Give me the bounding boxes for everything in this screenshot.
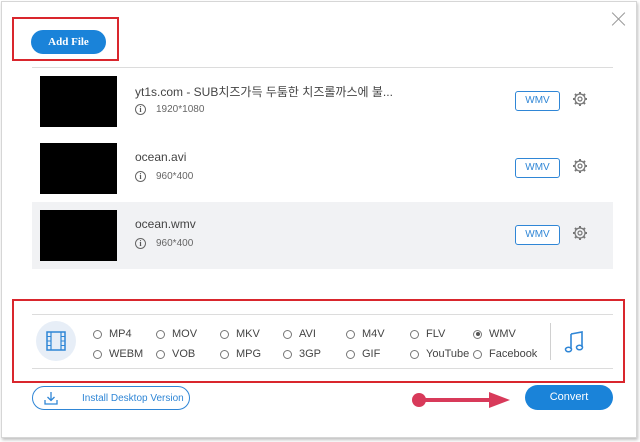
install-label: Install Desktop Version (82, 392, 184, 404)
add-file-highlight (12, 17, 119, 61)
gear-icon[interactable] (572, 225, 588, 241)
info-icon[interactable]: i (135, 104, 146, 115)
file-resolution: 1920*1080 (156, 104, 205, 115)
close-icon[interactable] (610, 10, 628, 28)
file-row[interactable]: ocean.wmv i 960*400 WMV (32, 202, 613, 269)
file-info: i 960*400 (135, 171, 193, 182)
info-icon[interactable]: i (135, 238, 146, 249)
arrow-right-icon (412, 392, 510, 408)
file-row[interactable]: yt1s.com - SUB치즈가득 두툼한 치즈롤까스에 불... i 192… (32, 68, 613, 135)
file-name: ocean.avi (135, 150, 187, 164)
file-resolution: 960*400 (156, 238, 194, 249)
gear-icon[interactable] (572, 158, 588, 174)
file-row[interactable]: ocean.avi i 960*400 WMV (32, 135, 613, 202)
file-info: i 1920*1080 (135, 104, 204, 115)
video-thumbnail (40, 210, 117, 261)
download-icon (44, 392, 58, 405)
file-name: yt1s.com - SUB치즈가득 두툼한 치즈롤까스에 불... (135, 85, 393, 99)
output-format-button[interactable]: WMV (515, 225, 560, 245)
file-name: ocean.wmv (135, 217, 196, 231)
convert-button[interactable]: Convert (525, 385, 613, 410)
install-desktop-button[interactable]: Install Desktop Version (32, 386, 190, 410)
file-resolution: 960*400 (156, 171, 194, 182)
video-thumbnail (40, 143, 117, 194)
file-info: i 960*400 (135, 238, 193, 249)
output-format-button[interactable]: WMV (515, 91, 560, 111)
file-list: yt1s.com - SUB치즈가득 두툼한 치즈롤까스에 불... i 192… (32, 68, 613, 269)
format-highlight (12, 299, 625, 383)
info-icon[interactable]: i (135, 171, 146, 182)
output-format-button[interactable]: WMV (515, 158, 560, 178)
video-thumbnail (40, 76, 117, 127)
gear-icon[interactable] (572, 91, 588, 107)
